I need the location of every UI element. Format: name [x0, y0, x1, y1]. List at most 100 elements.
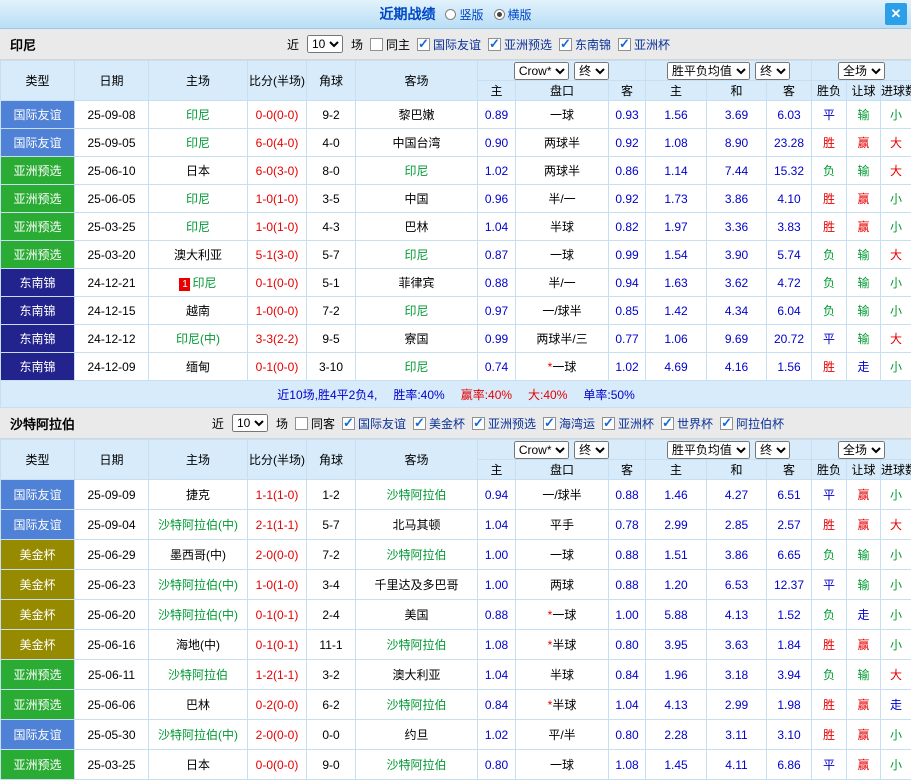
handicap-result-cell: 走: [847, 353, 881, 381]
filter-league[interactable]: 东南锦: [559, 36, 611, 53]
col-header-odds-away: 客: [609, 460, 646, 480]
checkbox-icon[interactable]: [295, 417, 308, 430]
result-cell: 平: [812, 750, 847, 780]
odds-away-cell: 1.04: [609, 690, 646, 720]
odds-group-header: Crow* 终: [478, 440, 646, 460]
mean-draw-cell: 3.36: [707, 213, 767, 241]
mean-away-cell: 1.52: [767, 600, 812, 630]
checkbox-icon[interactable]: [618, 38, 631, 51]
checkbox-icon[interactable]: [413, 417, 426, 430]
filter-label: 亚洲预选: [504, 36, 552, 53]
filter-label: 阿拉伯杯: [736, 415, 784, 432]
filter-league[interactable]: 国际友谊: [417, 36, 481, 53]
filter-same-venue[interactable]: 同主: [370, 36, 410, 53]
checkbox-icon[interactable]: [602, 417, 615, 430]
fullmatch-select[interactable]: 全场: [838, 441, 885, 459]
col-header-score: 比分(半场): [248, 440, 307, 480]
radio-horizontal-option[interactable]: 横版: [494, 6, 532, 23]
col-header-date: 日期: [75, 440, 149, 480]
checkbox-icon[interactable]: [488, 38, 501, 51]
close-button[interactable]: ✕: [885, 3, 907, 25]
odds-source-select[interactable]: Crow*: [514, 441, 569, 459]
handicap-result-cell: 赢: [847, 213, 881, 241]
match-count-select[interactable]: 10: [232, 414, 268, 432]
radio-vertical-option[interactable]: 竖版: [445, 6, 483, 23]
goals-cell: 小: [881, 540, 911, 570]
filter-league[interactable]: 亚洲杯: [602, 415, 654, 432]
mean-final-select[interactable]: 终: [755, 441, 790, 459]
date-cell: 25-06-16: [75, 630, 149, 660]
league-cell: 国际友谊: [1, 720, 75, 750]
mean-draw-cell: 2.99: [707, 690, 767, 720]
odds-home-cell: 0.96: [478, 185, 516, 213]
date-cell: 25-05-30: [75, 720, 149, 750]
checkbox-icon[interactable]: [661, 417, 674, 430]
mean-draw-cell: 7.44: [707, 157, 767, 185]
mean-final-select[interactable]: 终: [755, 62, 790, 80]
section-header-indonesia: 印尼 近10场同主国际友谊亚洲预选东南锦亚洲杯: [0, 29, 911, 60]
filter-label: 国际友谊: [433, 36, 481, 53]
filter-league[interactable]: 美金杯: [413, 415, 465, 432]
score-cell: 0-1(0-1): [248, 600, 307, 630]
checkbox-icon[interactable]: [417, 38, 430, 51]
odds-home-cell: 0.89: [478, 101, 516, 129]
away-team-cell: 中国台湾: [356, 129, 478, 157]
radio-vertical-label: 竖版: [459, 6, 483, 23]
away-team-name: 沙特阿拉伯: [386, 698, 446, 712]
mean-away-cell: 6.86: [767, 750, 812, 780]
filter-league[interactable]: 国际友谊: [342, 415, 406, 432]
match-row: 国际友谊25-05-30沙特阿拉伯(中)2-0(0-0)0-0约旦1.02平/半…: [1, 720, 911, 750]
home-team-name: 沙特阿拉伯(中): [158, 608, 238, 622]
checkbox-icon[interactable]: [559, 38, 572, 51]
handicap-result-cell: 赢: [847, 129, 881, 157]
odds-final-select[interactable]: 终: [574, 441, 609, 459]
odds-away-cell: 0.82: [609, 213, 646, 241]
goals-cell: 小: [881, 269, 911, 297]
filter-league[interactable]: 亚洲杯: [618, 36, 670, 53]
home-team-cell: 沙特阿拉伯: [149, 660, 248, 690]
score-cell: 0-1(0-0): [248, 353, 307, 381]
corner-cell: 6-2: [307, 690, 356, 720]
mean-select[interactable]: 胜平负均值: [667, 441, 750, 459]
filter-league[interactable]: 亚洲预选: [472, 415, 536, 432]
filter-same-venue[interactable]: 同客: [295, 415, 335, 432]
mean-home-cell: 3.95: [646, 630, 707, 660]
date-cell: 25-03-25: [75, 213, 149, 241]
filter-league[interactable]: 亚洲预选: [488, 36, 552, 53]
score-cell: 0-0(0-0): [248, 101, 307, 129]
odds-source-select[interactable]: Crow*: [514, 62, 569, 80]
mean-draw-cell: 6.53: [707, 570, 767, 600]
filter-league[interactable]: 海湾运: [543, 415, 595, 432]
checkbox-icon[interactable]: [370, 38, 383, 51]
match-count-select[interactable]: 10: [307, 35, 343, 53]
odds-home-cell: 1.00: [478, 570, 516, 600]
checkbox-icon[interactable]: [342, 417, 355, 430]
fullmatch-select[interactable]: 全场: [838, 62, 885, 80]
league-cell: 亚洲预选: [1, 157, 75, 185]
filter-league[interactable]: 世界杯: [661, 415, 713, 432]
home-team-name: 澳大利亚: [174, 248, 222, 262]
handicap-cell: 一球: [516, 540, 609, 570]
odds-final-select[interactable]: 终: [574, 62, 609, 80]
mean-away-cell: 6.51: [767, 480, 812, 510]
score-cell: 2-0(0-0): [248, 540, 307, 570]
filter-league[interactable]: 阿拉伯杯: [720, 415, 784, 432]
mean-select[interactable]: 胜平负均值: [667, 62, 750, 80]
odds-away-cell: 0.86: [609, 157, 646, 185]
checkbox-icon[interactable]: [472, 417, 485, 430]
match-row: 亚洲预选25-06-10日本6-0(3-0)8-0印尼1.02两球半0.861.…: [1, 157, 911, 185]
away-team-name: 印尼: [404, 360, 428, 374]
mean-home-cell: 1.56: [646, 101, 707, 129]
checkbox-icon[interactable]: [543, 417, 556, 430]
star-marker: *: [548, 698, 553, 712]
mean-draw-cell: 4.16: [707, 353, 767, 381]
checkbox-icon[interactable]: [720, 417, 733, 430]
col-header-goals: 进球数: [881, 81, 911, 101]
home-team-name: 印尼: [186, 220, 210, 234]
corner-cell: 2-4: [307, 600, 356, 630]
odds-home-cell: 1.04: [478, 660, 516, 690]
odds-away-cell: 0.80: [609, 720, 646, 750]
result-cell: 胜: [812, 353, 847, 381]
away-team-cell: 美国: [356, 600, 478, 630]
mean-home-cell: 4.69: [646, 353, 707, 381]
